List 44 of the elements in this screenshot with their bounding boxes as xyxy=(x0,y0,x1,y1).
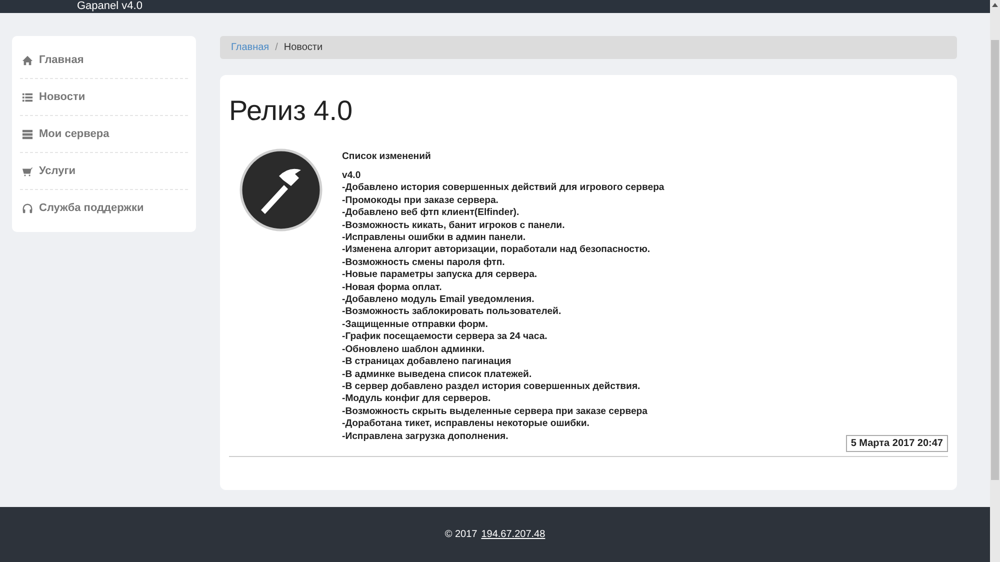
sidebar-item[interactable]: Новости xyxy=(20,79,188,116)
home-icon xyxy=(22,54,33,66)
version-label: v4.0 xyxy=(342,170,362,182)
changelog-entry: -В админке выведена список платежей. xyxy=(342,368,533,381)
sidebar-item[interactable]: Услуги xyxy=(20,153,188,190)
changelog-entry: -Возможность смены пароля фтп. xyxy=(342,256,506,270)
changelog-entry: -Новая форма оплат. xyxy=(342,282,443,294)
footer-link[interactable]: 194.67.207.48 xyxy=(481,529,546,540)
changelog-entry: -Доработана тикет, исправлены некоторые ошибки. xyxy=(342,418,590,431)
sidebar-item[interactable]: Главная xyxy=(20,42,188,79)
scrollbar[interactable] xyxy=(990,0,1000,562)
sidebar-item[interactable]: Служба поддержки xyxy=(20,190,188,226)
hammer-logo-icon xyxy=(239,148,323,232)
sidebar-item[interactable]: Мои сервера xyxy=(20,116,188,153)
changelog-entry: -Добавлено история совершенных действий для игрового сервера xyxy=(342,182,664,195)
cart-icon xyxy=(22,166,33,176)
app-title[interactable]: Gapanel v4.0 xyxy=(77,0,142,13)
breadcrumb-separator: / xyxy=(275,42,278,53)
changelog-entry: -Модуль конфиг для серверов. xyxy=(342,393,492,406)
scrollbar-thumb[interactable] xyxy=(991,40,999,480)
post-title: Релиз 4.0 xyxy=(229,95,354,127)
changelog-entry: -Изменена алгорит авторизации, поработали над безопасностю. xyxy=(342,244,652,257)
changelog-heading: Список изменений xyxy=(342,151,432,162)
changelog-entry: -Защищенные отправки форм. xyxy=(342,318,489,332)
changelog-entry: -В сервер добавлено раздел история совершенных действия. xyxy=(342,380,642,394)
post-date: 5 Марта 2017 20:47 xyxy=(846,434,948,452)
changelog-entry: -Обновлено шаблон админки. xyxy=(342,344,486,356)
breadcrumb-current: Новости xyxy=(284,42,323,53)
breadcrumb-link[interactable]: Главная xyxy=(231,42,270,53)
list-icon xyxy=(22,92,33,102)
headphones-icon xyxy=(22,202,33,214)
changelog-entry: -Исправлена загрузка дополнения. xyxy=(342,430,510,443)
changelog-entry: -Промокоды при заказе сервера. xyxy=(342,194,500,208)
changelog-entry: -Возможность кикать, банит игроков с панели. xyxy=(342,220,566,232)
changelog-entry: -Добавлено веб фтп клиент(Elfinder). xyxy=(342,207,520,220)
changelog-entry: -Исправлены ошибки в админ панели. xyxy=(342,232,527,244)
server-icon xyxy=(22,128,33,140)
changelog-entry: -Возможность заблокировать пользователей. xyxy=(342,306,562,319)
changelog-entry: -Возможность скрыть выделенные сервера при заказе сервера xyxy=(342,406,649,418)
copyright-text: © 2017 xyxy=(444,529,478,540)
changelog-entry: -Добавлено модуль Email уведомления. xyxy=(342,294,536,306)
changelog-entry: -В страницах добавлено пагинация xyxy=(342,356,512,368)
changelog-entry: -Новые параметры запуска для сервера. xyxy=(342,269,538,282)
changelog-entry: -График посещаемости сервера за 24 часа. xyxy=(342,331,548,344)
